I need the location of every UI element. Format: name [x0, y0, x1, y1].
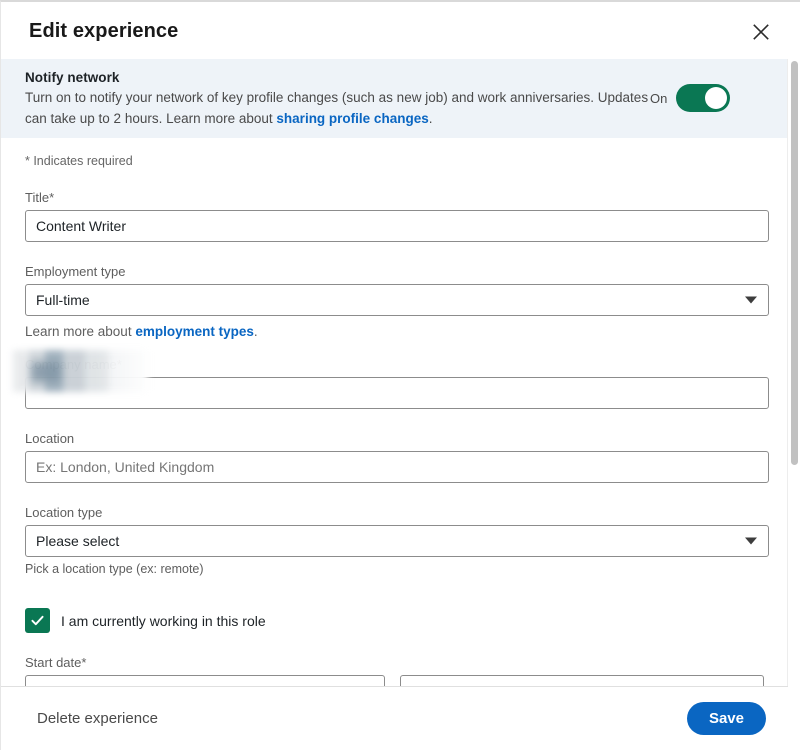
check-icon [29, 612, 46, 629]
sharing-profile-changes-link[interactable]: sharing profile changes [276, 111, 428, 126]
field-title: Title* [25, 190, 764, 242]
title-label: Title* [25, 190, 764, 205]
location-type-helper: Pick a location type (ex: remote) [25, 562, 764, 576]
scrollbar-track[interactable] [787, 59, 800, 686]
currently-working-label[interactable]: I am currently working in this role [61, 613, 266, 629]
close-button[interactable] [744, 15, 778, 49]
notify-network-toggle[interactable] [676, 84, 730, 112]
edit-experience-modal: Edit experience Notify network Turn on t… [0, 0, 800, 750]
save-button[interactable]: Save [687, 702, 766, 735]
notify-toggle-group: On [650, 84, 730, 112]
field-location-type: Location type Please select Pick a locat… [25, 505, 764, 576]
notify-description-suffix: . [429, 111, 433, 126]
location-type-label: Location type [25, 505, 764, 520]
employment-type-label: Employment type [25, 264, 764, 279]
title-input[interactable] [25, 210, 769, 242]
employment-type-select[interactable]: Full-time [25, 284, 769, 316]
location-label: Location [25, 431, 764, 446]
notify-network-description: Turn on to notify your network of key pr… [25, 87, 650, 129]
employment-helper-suffix: . [254, 324, 258, 339]
start-date-label: Start date* [25, 655, 764, 670]
delete-experience-button[interactable]: Delete experience [37, 710, 158, 727]
notify-network-banner: Notify network Turn on to notify your ne… [1, 59, 788, 138]
page-title: Edit experience [29, 20, 178, 43]
currently-working-row: I am currently working in this role [25, 608, 764, 633]
company-name-label: Company name* [25, 357, 764, 372]
required-indicator-note: * Indicates required [25, 154, 764, 168]
toggle-state-label: On [650, 91, 667, 106]
notify-network-text: Notify network Turn on to notify your ne… [25, 70, 650, 129]
employment-type-helper: Learn more about employment types. [25, 324, 764, 339]
field-location: Location [25, 431, 764, 483]
location-input[interactable] [25, 451, 769, 483]
field-employment-type: Employment type Full-time Learn more abo… [25, 264, 764, 339]
employment-type-select-wrap: Full-time [25, 284, 769, 316]
location-type-select[interactable]: Please select [25, 525, 769, 557]
modal-footer: Delete experience Save [1, 686, 788, 750]
scrollbar-thumb[interactable] [791, 61, 798, 465]
close-icon [751, 22, 771, 42]
employment-helper-prefix: Learn more about [25, 324, 135, 339]
company-name-input[interactable] [25, 377, 769, 409]
location-type-select-wrap: Please select [25, 525, 769, 557]
employment-types-link[interactable]: employment types [135, 324, 254, 339]
field-company-name: Company name* [25, 357, 764, 409]
form-body: * Indicates required Title* Employment t… [1, 138, 788, 686]
toggle-knob [705, 87, 727, 109]
notify-network-title: Notify network [25, 70, 650, 85]
modal-header: Edit experience [1, 4, 800, 59]
currently-working-checkbox[interactable] [25, 608, 50, 633]
